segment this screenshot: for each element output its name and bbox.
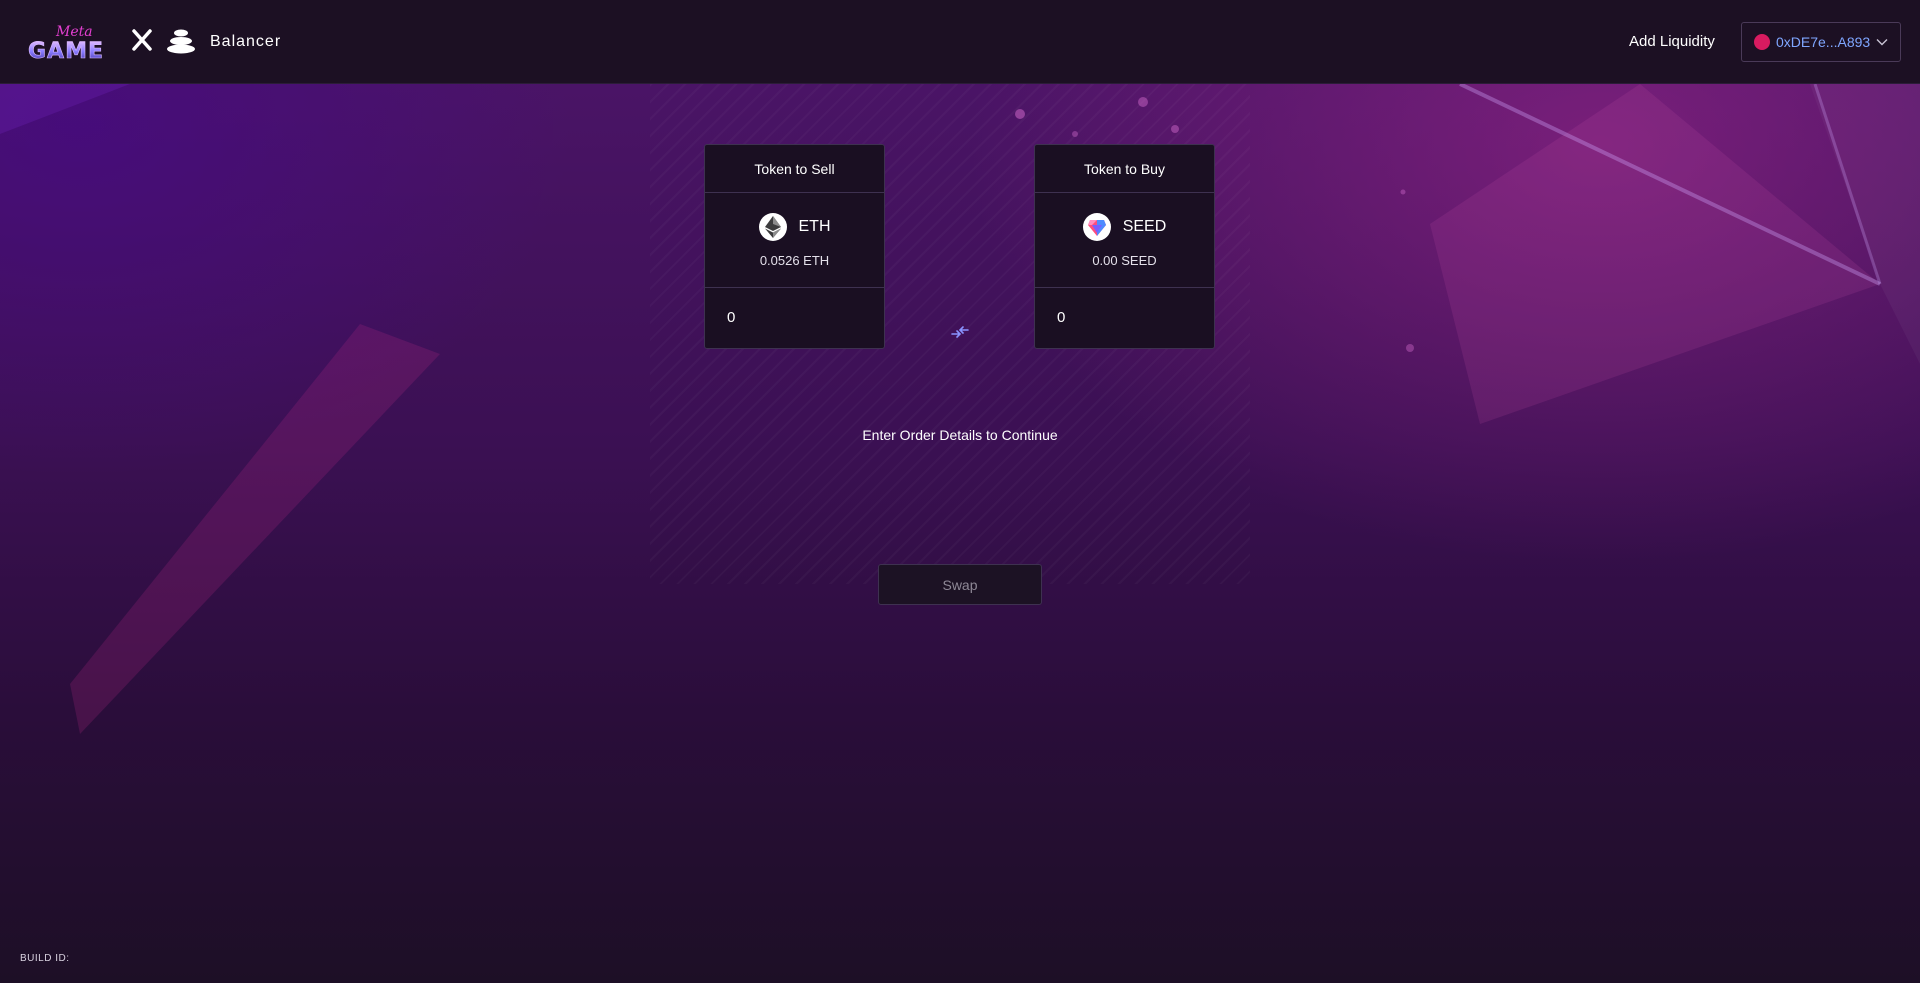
order-status-text: Enter Order Details to Continue (862, 427, 1058, 443)
add-liquidity-link[interactable]: Add Liquidity (1629, 33, 1715, 50)
swap-button[interactable]: Swap (878, 564, 1042, 605)
sell-token-card: Token to Sell ETH 0.0526 ETH (704, 144, 885, 349)
buy-amount-input[interactable] (1045, 297, 1205, 337)
metagame-logo-icon: Meta GAME (28, 24, 104, 62)
buy-token-symbol: SEED (1122, 218, 1167, 235)
ethereum-icon (758, 213, 787, 241)
seed-gem-icon (1082, 213, 1111, 241)
swap-direction-icon[interactable] (948, 320, 972, 344)
account-address: 0xDE7e...A893 (1776, 34, 1871, 50)
svg-text:GAME: GAME (28, 39, 104, 62)
sell-token-symbol: ETH (798, 218, 831, 235)
x-separator-icon (132, 29, 152, 51)
sell-token-selector[interactable]: ETH 0.0526 ETH (705, 193, 884, 288)
sell-token-balance: 0.0526 ETH (759, 253, 830, 268)
buy-token-card: Token to Buy SEED 0.00 SEED (1034, 144, 1215, 349)
build-id-label: BUILD ID: (20, 953, 70, 964)
svg-text:Meta: Meta (55, 24, 93, 40)
avatar (1754, 34, 1770, 50)
top-bar: Meta GAME Balancer Add Liquidity 0xDE7e.… (0, 0, 1920, 84)
chevron-down-icon (1876, 39, 1888, 46)
sell-amount-input[interactable] (715, 297, 875, 337)
main-area: Token to Sell ETH 0.0526 ETH To (0, 84, 1920, 983)
brand-name: Balancer (210, 33, 282, 50)
buy-token-balance: 0.00 SEED (1092, 253, 1157, 268)
sell-card-title: Token to Sell (705, 145, 884, 193)
metagame-logo[interactable]: Meta GAME (26, 22, 114, 62)
balancer-logo-icon (167, 29, 195, 54)
buy-card-title: Token to Buy (1035, 145, 1214, 193)
buy-token-selector[interactable]: SEED 0.00 SEED (1035, 193, 1214, 288)
account-button[interactable]: 0xDE7e...A893 (1741, 22, 1901, 62)
background-decoration (0, 84, 1920, 734)
